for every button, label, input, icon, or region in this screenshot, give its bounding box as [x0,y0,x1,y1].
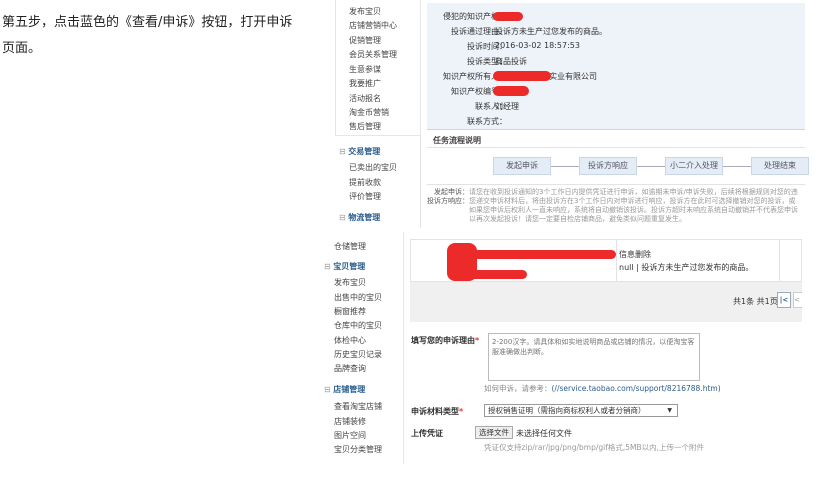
no-file-text: 未选择任何文件 [516,429,572,438]
dropdown-arrow-icon: ▼ [667,407,672,414]
time-value: 2016-03-02 18:57:53 [495,41,580,50]
sidebar-item[interactable]: 体检中心 [334,335,366,346]
status-text: 信息删除 [619,250,651,259]
bottom-sidebar: 仓储管理 宝贝管理 发布宝贝 出售中的宝贝 橱窗推荐 仓库中的宝贝 体检中心 历… [320,232,404,464]
sidebar-group-items[interactable]: 宝贝管理 [324,261,365,272]
sidebar-item[interactable]: 图片空间 [334,430,366,441]
complaint-info-panel: 侵犯的知识产权： 投诉通过理由： 投诉时间： 投诉类型： 知识产权所有人： 知识… [427,3,805,130]
sidebar-item[interactable]: 提前收款 [349,177,381,188]
owner-value: 实业有限公司 [549,72,597,81]
redaction [493,71,551,81]
label: 联系方式： [467,117,507,126]
pager-summary: 共1条 共1页 [733,297,778,306]
bottom-screenshot: 仓储管理 宝贝管理 发布宝贝 出售中的宝贝 橱窗推荐 仓库中的宝贝 体检中心 历… [320,232,802,464]
help-text: 如何申诉，请参考：(//service.taobao.com/support/8… [484,384,721,393]
top-sidebar: 发布宝贝 店铺营销中心 促销管理 会员关系管理 生意参谋 我要推广 活动报名 淘… [335,0,421,228]
redaction [493,86,529,96]
reason-text: null | 投诉方未生产过您发布的商品。 [619,263,754,272]
reason-textarea[interactable] [488,333,700,381]
material-label: 申诉材料类型* [411,407,464,416]
first-page-button[interactable]: |< [777,292,791,308]
sidebar-item[interactable]: 店铺装修 [334,416,366,427]
sidebar-group-trade[interactable]: 交易管理 [339,146,380,157]
sidebar-item[interactable]: 发布宝贝 [349,6,381,17]
sidebar-item[interactable]: 查看淘宝店铺 [334,401,382,412]
note-text: 以再次发起投诉！请您一定要自检店铺商品，避免类似问题重复发生。 [469,215,686,223]
flow-step: 小二介入处理 [665,157,723,175]
flow-step: 处理结束 [751,157,809,175]
process-notes: 发起申诉：请您在收到投诉通知的3个工作日内提供凭证进行申诉，如逾期未申诉/申诉失… [427,188,805,224]
upload-label: 上传凭证 [411,429,443,438]
sidebar-item[interactable]: 店铺营销中心 [349,20,397,31]
upload-hint: 凭证仅支持zip/rar/jpg/png/bmp/gif格式,5MB以内,上传一… [484,443,705,452]
sidebar-item[interactable]: 售后管理 [349,121,381,132]
sidebar-item[interactable]: 会员关系管理 [349,49,397,60]
sidebar-item[interactable]: 宝贝分类管理 [334,444,382,455]
sidebar-item[interactable]: 促销管理 [349,35,381,46]
sidebar-item[interactable]: 生意参谋 [349,64,381,75]
sidebar-item[interactable]: 仓储管理 [334,241,366,252]
instruction-text: 第五步，点击蓝色的《查看/申诉》按钮，打开申诉页面。 [2,15,293,56]
choose-file-button[interactable]: 选择文件 [475,426,513,439]
help-link[interactable]: (//service.taobao.com/support/8216788.ht… [552,384,721,393]
sidebar-item[interactable]: 橱窗推荐 [334,306,366,317]
note-text: 请您在收到投诉通知的3个工作日内提供凭证进行申诉，如逾期未申诉/申诉失败，后续将… [469,188,798,196]
sidebar-item[interactable]: 活动报名 [349,93,381,104]
sidebar-item[interactable]: 评价管理 [349,191,381,202]
sidebar-group-logistics[interactable]: 物流管理 [339,212,380,223]
sidebar-item[interactable]: 淘金币营销 [349,107,389,118]
sidebar-item[interactable]: 品牌查询 [334,363,366,374]
sidebar-group-shop[interactable]: 店铺管理 [324,384,365,395]
sidebar-item[interactable]: 仓库中的宝贝 [334,320,382,331]
top-screenshot: 发布宝贝 店铺营销中心 促销管理 会员关系管理 生意参谋 我要推广 活动报名 淘… [333,0,809,228]
redaction [449,270,527,279]
note-label: 投诉方响应： [427,197,469,205]
sidebar-item[interactable]: 发布宝贝 [334,277,366,288]
prev-page-button[interactable]: < [793,292,802,308]
sidebar-item[interactable]: 出售中的宝贝 [334,292,382,303]
redaction [493,12,523,21]
note-text: 您递交申诉材料后，将由投诉方在3个工作日内对申诉进行响应，投诉方在此时可选择撤销… [469,197,796,205]
sidebar-item[interactable]: 历史宝贝记录 [334,349,382,360]
sidebar-item[interactable]: 已卖出的宝贝 [349,162,397,173]
flow-step: 投诉方响应 [579,157,637,175]
redaction [471,250,616,259]
contact-value: 刘经理 [495,102,519,111]
material-type-select[interactable]: 授权销售证明（需指向商标权利人或者分销商） ▼ [484,404,678,417]
note-label: 发起申诉： [434,188,469,196]
flow-title: 任务流程说明 [433,136,481,145]
reason-value: 投诉方未生产过您发布的商品。 [495,27,607,36]
pager-bar: 共1条 共1页 |< < [410,282,802,322]
sidebar-item[interactable]: 我要推广 [349,78,381,89]
flow-step: 发起申诉 [493,157,551,175]
type-value: 商品投诉 [495,57,527,66]
complaint-table-row: 信息删除 null | 投诉方未生产过您发布的商品。 [410,239,802,282]
note-text: 如果您申诉后权利人一直未响应，系统将自动撤销该投诉。投诉方超时未响应系统自动撤销… [469,206,798,214]
reason-label: 填写您的申诉理由* [411,336,480,345]
